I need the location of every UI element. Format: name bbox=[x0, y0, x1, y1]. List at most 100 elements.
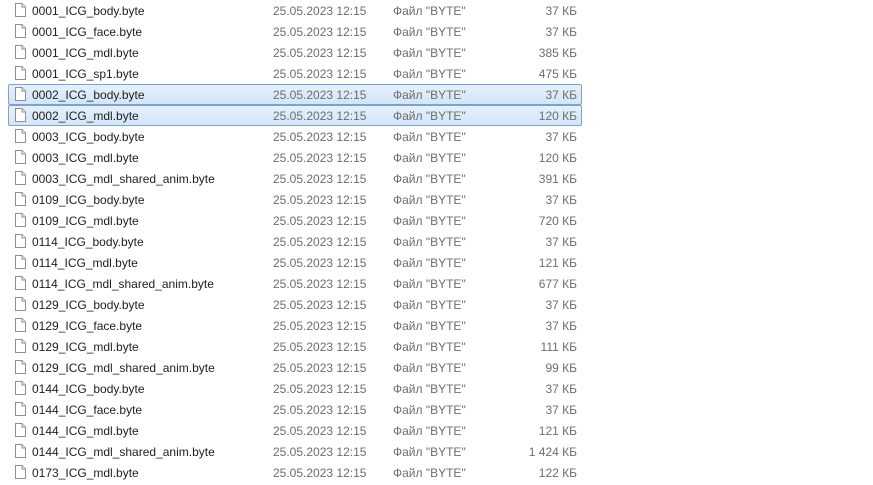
file-name: 0144_ICG_mdl_shared_anim.byte bbox=[32, 445, 215, 459]
file-row[interactable]: 0001_ICG_body.byte 25.05.2023 12:15 Файл… bbox=[8, 0, 582, 21]
file-date-modified: 25.05.2023 12:15 bbox=[273, 340, 367, 354]
file-size: 385 КБ bbox=[538, 46, 577, 60]
file-icon bbox=[15, 255, 26, 269]
file-row[interactable]: 0114_ICG_body.byte 25.05.2023 12:15 Файл… bbox=[8, 231, 582, 252]
file-row[interactable]: 0001_ICG_mdl.byte 25.05.2023 12:15 Файл … bbox=[8, 42, 582, 63]
file-size: 37 КБ bbox=[545, 298, 577, 312]
file-size: 37 КБ bbox=[545, 193, 577, 207]
file-size: 37 КБ bbox=[545, 319, 577, 333]
file-row[interactable]: 0114_ICG_mdl_shared_anim.byte 25.05.2023… bbox=[8, 273, 582, 294]
file-icon bbox=[15, 24, 26, 38]
file-row[interactable]: 0129_ICG_mdl_shared_anim.byte 25.05.2023… bbox=[8, 357, 582, 378]
file-row[interactable]: 0144_ICG_mdl.byte 25.05.2023 12:15 Файл … bbox=[8, 420, 582, 441]
file-date-modified: 25.05.2023 12:15 bbox=[273, 382, 367, 396]
file-size: 475 КБ bbox=[538, 67, 577, 81]
file-type: Файл "BYTE" bbox=[393, 319, 466, 333]
file-name: 0129_ICG_mdl.byte bbox=[32, 340, 139, 354]
file-type: Файл "BYTE" bbox=[393, 235, 466, 249]
file-size: 122 КБ bbox=[538, 466, 577, 480]
file-size: 37 КБ bbox=[545, 382, 577, 396]
file-size: 37 КБ bbox=[545, 130, 577, 144]
file-icon bbox=[15, 129, 26, 143]
file-type: Файл "BYTE" bbox=[393, 361, 466, 375]
file-type: Файл "BYTE" bbox=[393, 25, 466, 39]
file-icon bbox=[15, 381, 26, 395]
file-row[interactable]: 0173_ICG_mdl.byte 25.05.2023 12:15 Файл … bbox=[8, 462, 582, 483]
file-date-modified: 25.05.2023 12:15 bbox=[273, 193, 367, 207]
file-date-modified: 25.05.2023 12:15 bbox=[273, 466, 367, 480]
file-date-modified: 25.05.2023 12:15 bbox=[273, 298, 367, 312]
file-icon bbox=[15, 171, 26, 185]
file-list[interactable]: 0001_ICG_body.byte 25.05.2023 12:15 Файл… bbox=[0, 0, 873, 485]
file-date-modified: 25.05.2023 12:15 bbox=[273, 424, 367, 438]
file-name: 0109_ICG_mdl.byte bbox=[32, 214, 139, 228]
file-date-modified: 25.05.2023 12:15 bbox=[273, 172, 367, 186]
file-size: 111 КБ bbox=[540, 340, 577, 354]
file-name: 0129_ICG_face.byte bbox=[32, 319, 143, 333]
file-size: 120 КБ bbox=[538, 109, 577, 123]
file-icon bbox=[15, 276, 26, 290]
file-type: Файл "BYTE" bbox=[393, 298, 466, 312]
file-name: 0173_ICG_mdl.byte bbox=[32, 466, 139, 480]
file-type: Файл "BYTE" bbox=[393, 445, 466, 459]
file-date-modified: 25.05.2023 12:15 bbox=[273, 403, 367, 417]
file-name: 0003_ICG_mdl.byte bbox=[32, 151, 139, 165]
file-row[interactable]: 0129_ICG_mdl.byte 25.05.2023 12:15 Файл … bbox=[8, 336, 582, 357]
file-icon bbox=[15, 297, 26, 311]
file-name: 0114_ICG_body.byte bbox=[32, 235, 144, 249]
file-icon bbox=[15, 150, 26, 164]
file-icon bbox=[15, 213, 26, 227]
file-type: Файл "BYTE" bbox=[393, 46, 466, 60]
file-size: 37 КБ bbox=[545, 235, 577, 249]
file-row[interactable]: 0003_ICG_body.byte 25.05.2023 12:15 Файл… bbox=[8, 126, 582, 147]
file-row[interactable]: 0114_ICG_mdl.byte 25.05.2023 12:15 Файл … bbox=[8, 252, 582, 273]
file-type: Файл "BYTE" bbox=[393, 151, 466, 165]
file-name: 0001_ICG_sp1.byte bbox=[32, 67, 139, 81]
file-size: 720 КБ bbox=[538, 214, 577, 228]
file-row[interactable]: 0144_ICG_mdl_shared_anim.byte 25.05.2023… bbox=[8, 441, 582, 462]
file-row[interactable]: 0129_ICG_face.byte 25.05.2023 12:15 Файл… bbox=[8, 315, 582, 336]
file-icon bbox=[15, 339, 26, 353]
file-row[interactable]: 0109_ICG_body.byte 25.05.2023 12:15 Файл… bbox=[8, 189, 582, 210]
file-type: Файл "BYTE" bbox=[393, 193, 466, 207]
file-icon bbox=[15, 192, 26, 206]
file-size: 120 КБ bbox=[538, 151, 577, 165]
file-date-modified: 25.05.2023 12:15 bbox=[273, 361, 367, 375]
file-name: 0109_ICG_body.byte bbox=[32, 193, 145, 207]
file-name: 0129_ICG_body.byte bbox=[32, 298, 145, 312]
file-row[interactable]: 0144_ICG_face.byte 25.05.2023 12:15 Файл… bbox=[8, 399, 582, 420]
file-type: Файл "BYTE" bbox=[393, 277, 466, 291]
file-row[interactable]: 0144_ICG_body.byte 25.05.2023 12:15 Файл… bbox=[8, 378, 582, 399]
file-name: 0001_ICG_mdl.byte bbox=[32, 46, 139, 60]
file-type: Файл "BYTE" bbox=[393, 4, 466, 18]
file-date-modified: 25.05.2023 12:15 bbox=[273, 130, 367, 144]
file-type: Файл "BYTE" bbox=[393, 340, 466, 354]
file-row[interactable]: 0003_ICG_mdl_shared_anim.byte 25.05.2023… bbox=[8, 168, 582, 189]
file-icon bbox=[15, 360, 26, 374]
file-date-modified: 25.05.2023 12:15 bbox=[273, 88, 367, 102]
file-icon bbox=[15, 234, 26, 248]
file-date-modified: 25.05.2023 12:15 bbox=[273, 214, 367, 228]
file-row[interactable]: 0001_ICG_face.byte 25.05.2023 12:15 Файл… bbox=[8, 21, 582, 42]
file-type: Файл "BYTE" bbox=[393, 424, 466, 438]
file-type: Файл "BYTE" bbox=[393, 382, 466, 396]
file-icon bbox=[15, 45, 26, 59]
file-size: 37 КБ bbox=[545, 403, 577, 417]
file-date-modified: 25.05.2023 12:15 bbox=[273, 277, 367, 291]
file-date-modified: 25.05.2023 12:15 bbox=[273, 46, 367, 60]
file-date-modified: 25.05.2023 12:15 bbox=[273, 67, 367, 81]
file-size: 1 424 КБ bbox=[528, 445, 577, 459]
file-row[interactable]: 0003_ICG_mdl.byte 25.05.2023 12:15 Файл … bbox=[8, 147, 582, 168]
file-name: 0001_ICG_face.byte bbox=[32, 25, 143, 39]
file-type: Файл "BYTE" bbox=[393, 466, 466, 480]
file-name: 0114_ICG_mdl.byte bbox=[32, 256, 138, 270]
file-type: Файл "BYTE" bbox=[393, 172, 466, 186]
file-row[interactable]: 0002_ICG_mdl.byte 25.05.2023 12:15 Файл … bbox=[8, 105, 582, 126]
file-row[interactable]: 0129_ICG_body.byte 25.05.2023 12:15 Файл… bbox=[8, 294, 582, 315]
file-row[interactable]: 0001_ICG_sp1.byte 25.05.2023 12:15 Файл … bbox=[8, 63, 582, 84]
file-type: Файл "BYTE" bbox=[393, 130, 466, 144]
file-icon bbox=[15, 318, 26, 332]
file-row[interactable]: 0002_ICG_body.byte 25.05.2023 12:15 Файл… bbox=[8, 84, 582, 105]
file-row[interactable]: 0109_ICG_mdl.byte 25.05.2023 12:15 Файл … bbox=[8, 210, 582, 231]
file-date-modified: 25.05.2023 12:15 bbox=[273, 4, 367, 18]
